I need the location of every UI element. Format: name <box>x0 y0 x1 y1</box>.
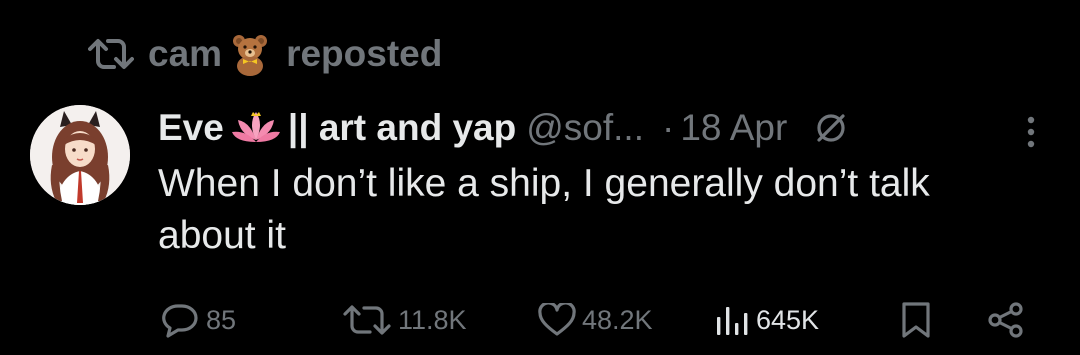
more-options-icon[interactable] <box>1016 110 1046 154</box>
view-count: 645K <box>756 304 820 335</box>
repost-icon <box>342 303 392 337</box>
repost-banner[interactable]: cam reposted <box>88 26 442 82</box>
like-count: 48.2K <box>582 304 653 335</box>
teddy-bear-emoji-icon <box>228 32 272 76</box>
repost-label: reposted <box>286 33 443 74</box>
separator-dot: · <box>662 107 675 148</box>
author-name-suffix: || art and yap <box>287 107 517 148</box>
repost-count: 11.8K <box>398 304 467 335</box>
bar-chart-icon <box>714 303 750 337</box>
reply-button[interactable]: 85 <box>160 296 236 344</box>
repost-text: cam reposted <box>148 32 442 76</box>
repost-user-name[interactable]: cam <box>148 33 222 75</box>
heart-icon <box>538 303 576 337</box>
tweet-date[interactable]: 18 Apr <box>680 107 787 149</box>
views-button[interactable]: 645K <box>714 296 819 344</box>
bookmark-button[interactable] <box>900 296 932 344</box>
like-button[interactable]: 48.2K <box>538 296 653 344</box>
bookmark-icon <box>900 301 932 339</box>
repost-button[interactable]: 11.8K <box>342 296 467 344</box>
author-handle[interactable]: @sof... <box>526 107 644 149</box>
share-icon <box>986 302 1026 338</box>
no-symbol-icon <box>813 110 849 146</box>
repost-icon <box>88 37 134 71</box>
reply-count: 85 <box>206 304 237 335</box>
tweet-text: When I don’t like a ship, I generally do… <box>158 162 930 257</box>
share-button[interactable] <box>986 296 1026 344</box>
author-avatar[interactable] <box>30 105 130 205</box>
author-display-name[interactable]: Eve || art and yap <box>158 107 516 149</box>
lotus-emoji-icon <box>231 108 280 148</box>
tweet-action-bar: 85 11.8K 48.2K 645K <box>160 296 1040 344</box>
tweet-header: Eve || art and yap @sof... · 18 Apr <box>158 100 849 156</box>
reply-icon <box>160 302 200 338</box>
author-name: Eve <box>158 107 224 148</box>
